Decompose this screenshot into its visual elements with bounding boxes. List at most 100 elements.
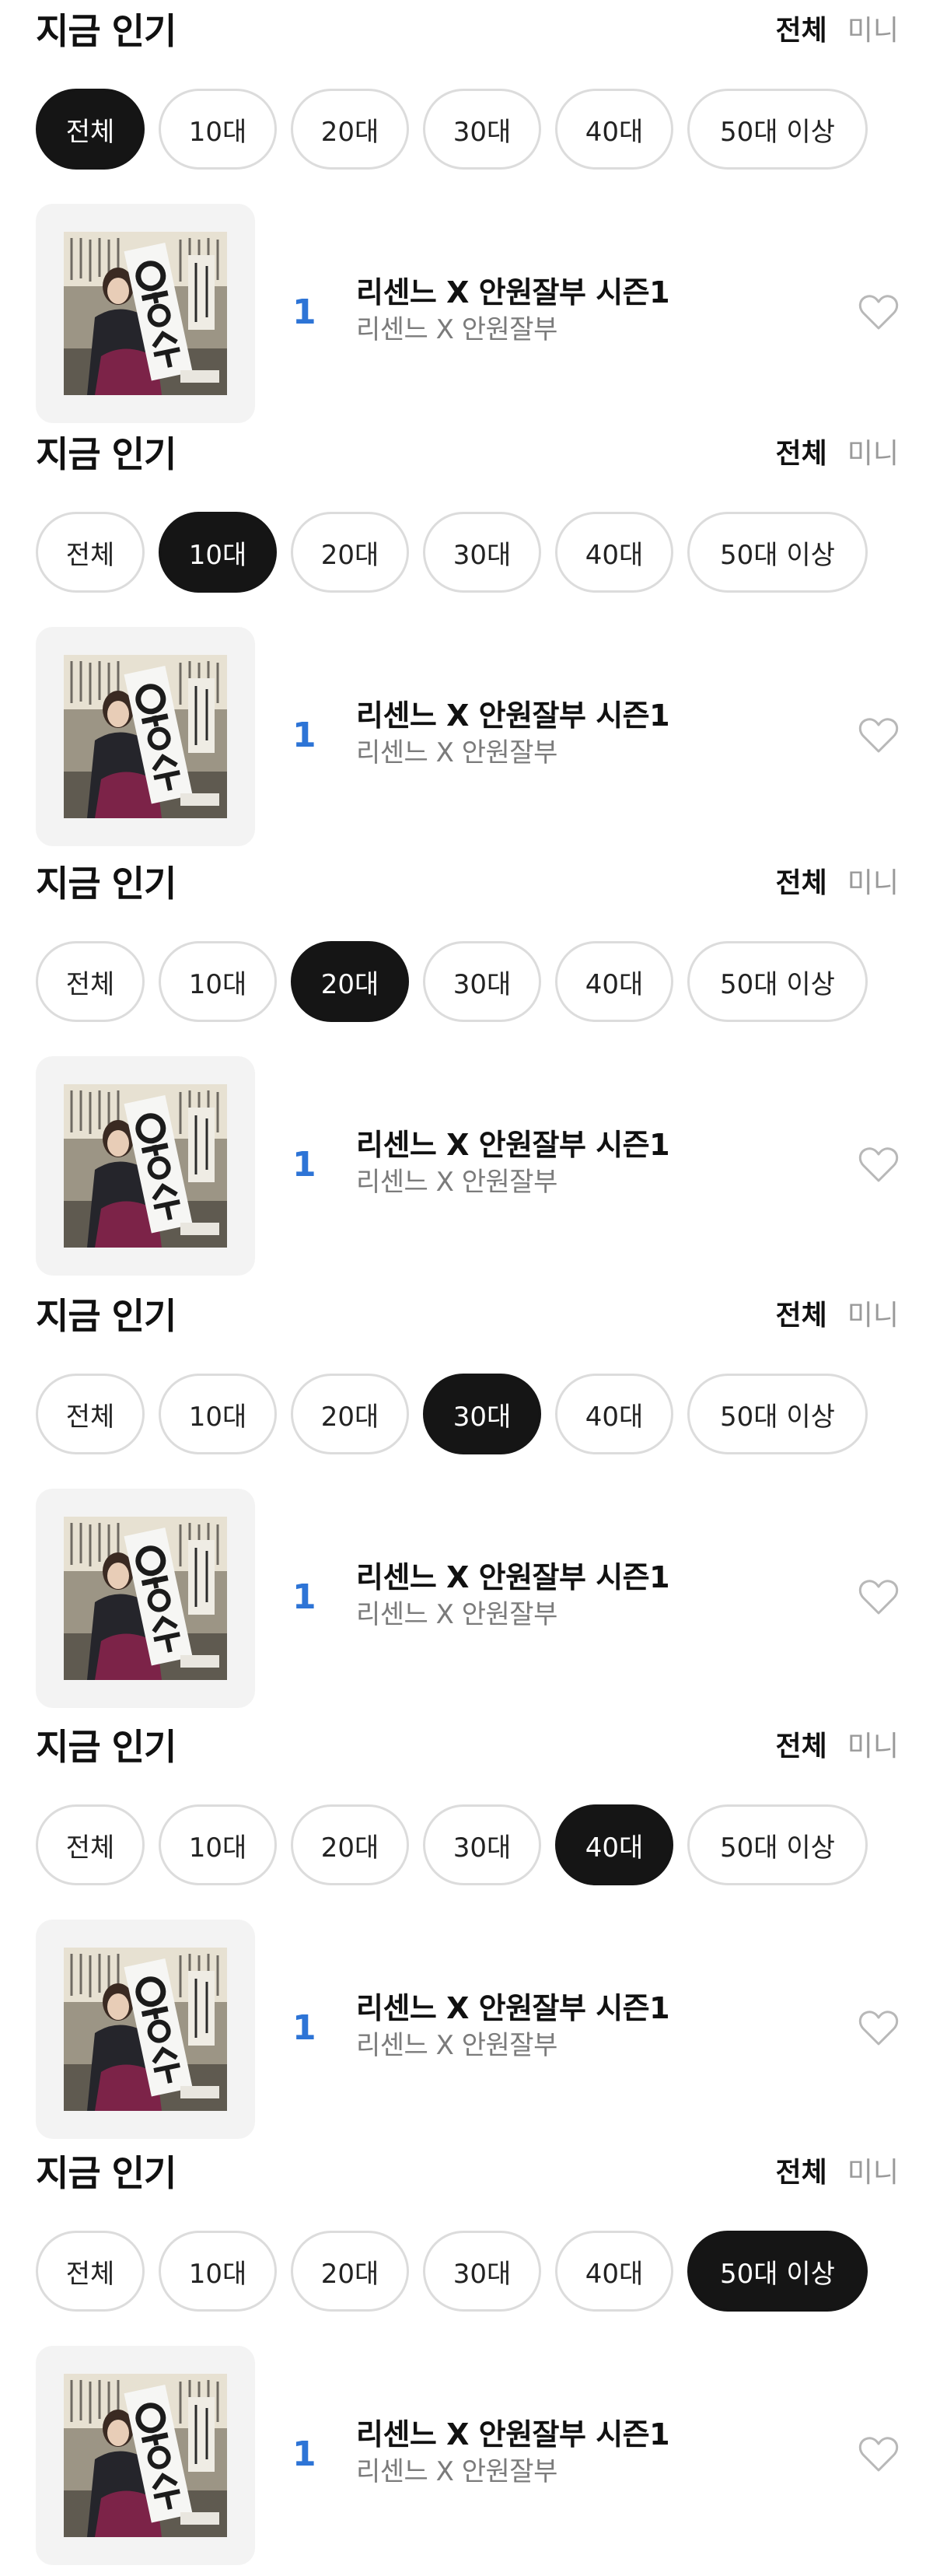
filter-chip-10s[interactable]: 10대 xyxy=(159,941,277,1022)
filter-chip-all[interactable]: 전체 xyxy=(36,941,145,1022)
album-cover-image xyxy=(64,1517,227,1680)
artist-name[interactable]: 리센느 X 안원잘부 xyxy=(356,736,557,770)
filter-chip-50s-plus[interactable]: 50대 이상 xyxy=(687,512,868,593)
heart-outline-icon[interactable] xyxy=(858,294,899,331)
chart-list-item[interactable]: 1 리센느 X 안원잘부 시즌1 리센느 X 안원잘부 xyxy=(36,2346,899,2565)
filter-chip-10s[interactable]: 10대 xyxy=(159,1804,277,1885)
view-toggle-all[interactable]: 전체 xyxy=(776,1730,827,1764)
filter-chip-50s-plus[interactable]: 50대 이상 xyxy=(687,1374,868,1454)
artist-name[interactable]: 리센느 X 안원잘부 xyxy=(356,2455,557,2489)
filter-chip-50s-plus[interactable]: 50대 이상 xyxy=(687,89,868,170)
heart-outline-icon[interactable] xyxy=(858,1579,899,1616)
chart-list-item[interactable]: 1 리센느 X 안원잘부 시즌1 리센느 X 안원잘부 xyxy=(36,1056,899,1276)
section-header: 지금 인기 전체 미니 xyxy=(36,423,899,485)
artist-name[interactable]: 리센느 X 안원잘부 xyxy=(356,1165,557,1199)
filter-chip-40s[interactable]: 40대 xyxy=(555,1374,673,1454)
heart-outline-icon[interactable] xyxy=(858,1146,899,1184)
view-toggle-mini[interactable]: 미니 xyxy=(847,437,899,471)
chart-rank: 1 xyxy=(292,2008,316,2048)
view-toggle-mini[interactable]: 미니 xyxy=(847,14,899,48)
album-cover-image xyxy=(64,1948,227,2111)
chart-rank: 1 xyxy=(292,716,316,755)
album-thumbnail[interactable] xyxy=(36,1056,255,1276)
popular-section: 지금 인기 전체 미니 전체 10대 20대 30대 40대 50대 이상 1 … xyxy=(0,1716,933,2145)
filter-chip-all[interactable]: 전체 xyxy=(36,2231,145,2312)
filter-chip-40s[interactable]: 40대 xyxy=(555,89,673,170)
album-thumbnail[interactable] xyxy=(36,1920,255,2139)
song-title[interactable]: 리센느 X 안원잘부 시즌1 xyxy=(356,274,670,311)
view-toggle: 전체 미니 xyxy=(776,866,900,901)
view-toggle: 전체 미니 xyxy=(776,1299,900,1333)
view-toggle: 전체 미니 xyxy=(776,2156,900,2190)
song-title[interactable]: 리센느 X 안원잘부 시즌1 xyxy=(356,1559,670,1596)
chart-list-item[interactable]: 1 리센느 X 안원잘부 시즌1 리센느 X 안원잘부 xyxy=(36,1489,899,1708)
filter-chip-10s[interactable]: 10대 xyxy=(159,89,277,170)
filter-chip-30s[interactable]: 30대 xyxy=(423,1374,541,1454)
view-toggle-all[interactable]: 전체 xyxy=(776,866,827,901)
popular-section: 지금 인기 전체 미니 전체 10대 20대 30대 40대 50대 이상 1 … xyxy=(0,423,933,852)
section-title: 지금 인기 xyxy=(36,10,176,52)
heart-outline-icon[interactable] xyxy=(858,717,899,754)
song-title[interactable]: 리센느 X 안원잘부 시즌1 xyxy=(356,697,670,734)
section-title: 지금 인기 xyxy=(36,1295,176,1337)
filter-chip-50s-plus[interactable]: 50대 이상 xyxy=(687,2231,868,2312)
view-toggle-mini[interactable]: 미니 xyxy=(847,1730,899,1764)
popular-section: 지금 인기 전체 미니 전체 10대 20대 30대 40대 50대 이상 1 … xyxy=(0,1285,933,1714)
view-toggle-all[interactable]: 전체 xyxy=(776,1299,827,1333)
artist-name[interactable]: 리센느 X 안원잘부 xyxy=(356,313,557,347)
album-thumbnail[interactable] xyxy=(36,627,255,846)
filter-chip-30s[interactable]: 30대 xyxy=(423,512,541,593)
album-cover-image xyxy=(64,232,227,395)
song-title[interactable]: 리센느 X 안원잘부 시즌1 xyxy=(356,1126,670,1164)
filter-chip-30s[interactable]: 30대 xyxy=(423,941,541,1022)
filter-chip-30s[interactable]: 30대 xyxy=(423,2231,541,2312)
album-thumbnail[interactable] xyxy=(36,1489,255,1708)
filter-chip-20s[interactable]: 20대 xyxy=(291,1804,409,1885)
chart-list-item[interactable]: 1 리센느 X 안원잘부 시즌1 리센느 X 안원잘부 xyxy=(36,1920,899,2139)
view-toggle-all[interactable]: 전체 xyxy=(776,14,827,48)
view-toggle: 전체 미니 xyxy=(776,14,900,48)
filter-chip-30s[interactable]: 30대 xyxy=(423,89,541,170)
filter-chip-20s[interactable]: 20대 xyxy=(291,512,409,593)
chart-rank: 1 xyxy=(292,1145,316,1185)
filter-chip-all[interactable]: 전체 xyxy=(36,1804,145,1885)
heart-outline-icon[interactable] xyxy=(858,2436,899,2473)
filter-chip-50s-plus[interactable]: 50대 이상 xyxy=(687,1804,868,1885)
album-thumbnail[interactable] xyxy=(36,204,255,423)
chart-list-item[interactable]: 1 리센느 X 안원잘부 시즌1 리센느 X 안원잘부 xyxy=(36,204,899,423)
filter-chip-10s[interactable]: 10대 xyxy=(159,1374,277,1454)
filter-chip-40s[interactable]: 40대 xyxy=(555,2231,673,2312)
section-header: 지금 인기 전체 미니 xyxy=(36,0,899,62)
filter-chip-20s[interactable]: 20대 xyxy=(291,2231,409,2312)
artist-name[interactable]: 리센느 X 안원잘부 xyxy=(356,1598,557,1632)
filter-chip-50s-plus[interactable]: 50대 이상 xyxy=(687,941,868,1022)
filter-chip-40s[interactable]: 40대 xyxy=(555,941,673,1022)
heart-outline-icon[interactable] xyxy=(858,2010,899,2047)
view-toggle-all[interactable]: 전체 xyxy=(776,2156,827,2190)
popular-section: 지금 인기 전체 미니 전체 10대 20대 30대 40대 50대 이상 1 … xyxy=(0,0,933,429)
chart-list-item[interactable]: 1 리센느 X 안원잘부 시즌1 리센느 X 안원잘부 xyxy=(36,627,899,846)
artist-name[interactable]: 리센느 X 안원잘부 xyxy=(356,2028,557,2063)
filter-chip-40s[interactable]: 40대 xyxy=(555,1804,673,1885)
filter-chip-10s[interactable]: 10대 xyxy=(159,512,277,593)
filter-chip-all[interactable]: 전체 xyxy=(36,512,145,593)
song-title[interactable]: 리센느 X 안원잘부 시즌1 xyxy=(356,1990,670,2027)
age-filter-chips: 전체 10대 20대 30대 40대 50대 이상 xyxy=(36,941,868,1022)
filter-chip-all[interactable]: 전체 xyxy=(36,89,145,170)
filter-chip-10s[interactable]: 10대 xyxy=(159,2231,277,2312)
filter-chip-20s[interactable]: 20대 xyxy=(291,1374,409,1454)
song-title[interactable]: 리센느 X 안원잘부 시즌1 xyxy=(356,2416,670,2453)
view-toggle-mini[interactable]: 미니 xyxy=(847,866,899,901)
view-toggle-all[interactable]: 전체 xyxy=(776,437,827,471)
filter-chip-30s[interactable]: 30대 xyxy=(423,1804,541,1885)
view-toggle-mini[interactable]: 미니 xyxy=(847,1299,899,1333)
chart-rank: 1 xyxy=(292,2434,316,2474)
view-toggle-mini[interactable]: 미니 xyxy=(847,2156,899,2190)
album-cover-image xyxy=(64,1084,227,1248)
filter-chip-20s[interactable]: 20대 xyxy=(291,941,409,1022)
section-title: 지금 인기 xyxy=(36,1726,176,1768)
filter-chip-20s[interactable]: 20대 xyxy=(291,89,409,170)
album-thumbnail[interactable] xyxy=(36,2346,255,2565)
filter-chip-all[interactable]: 전체 xyxy=(36,1374,145,1454)
filter-chip-40s[interactable]: 40대 xyxy=(555,512,673,593)
